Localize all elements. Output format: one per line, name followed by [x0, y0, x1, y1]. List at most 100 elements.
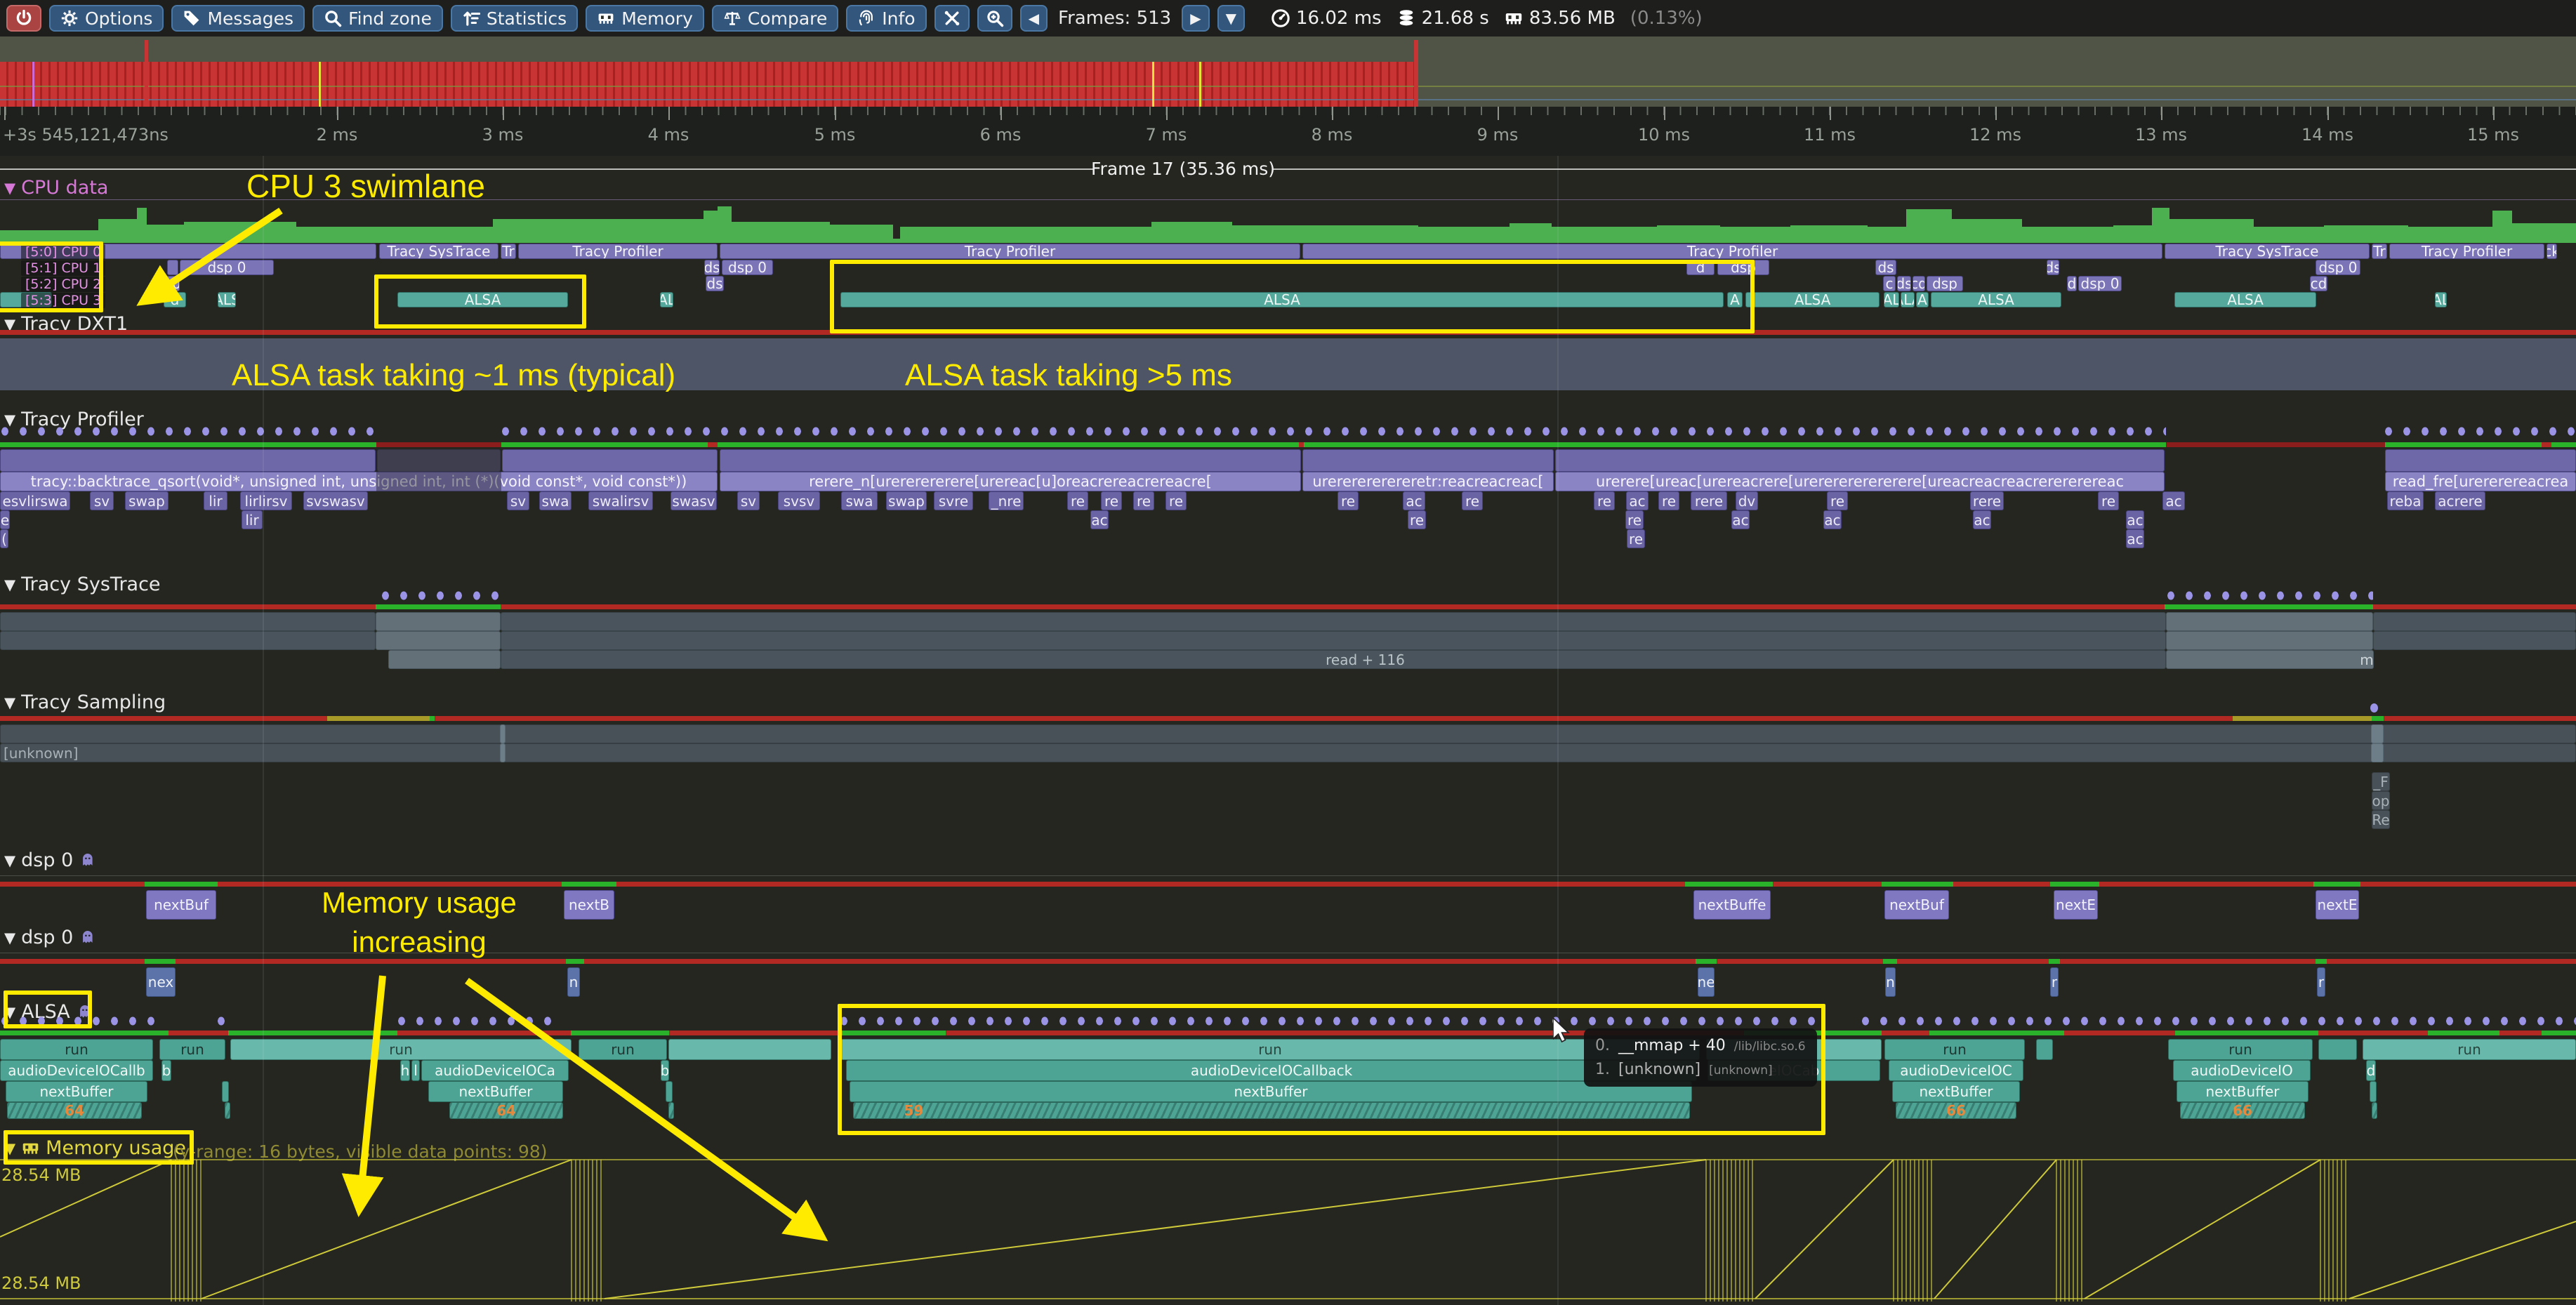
collapse-triangle-icon[interactable]: ▼ — [4, 411, 15, 428]
memory-button[interactable]: Memory — [586, 5, 704, 32]
zone[interactable]: n — [1885, 967, 1896, 997]
zone[interactable]: esvlirswa — [0, 491, 70, 510]
zone[interactable]: run — [2168, 1039, 2313, 1060]
zone[interactable]: swa — [539, 491, 572, 510]
zone[interactable] — [501, 631, 2166, 650]
zone[interactable]: ds — [706, 276, 724, 291]
zone[interactable] — [502, 449, 718, 472]
zone[interactable]: ds — [2047, 260, 2059, 275]
zone[interactable]: swasv — [671, 491, 717, 510]
zone[interactable]: Tracy Profiler — [2389, 244, 2544, 259]
zone[interactable]: ( — [0, 529, 8, 548]
zone[interactable]: dsp 0 — [2316, 260, 2360, 275]
zone[interactable]: nextBuffer — [428, 1081, 563, 1102]
compare-button[interactable]: Compare — [712, 5, 838, 32]
zone[interactable]: cd — [1913, 276, 1925, 291]
zone[interactable]: lirlirsv — [240, 491, 292, 510]
zone[interactable]: Tr — [501, 244, 516, 259]
zone[interactable]: ds — [704, 260, 720, 275]
zone[interactable] — [388, 650, 501, 669]
zone[interactable] — [1555, 449, 2165, 472]
zone[interactable]: swa — [841, 491, 878, 510]
zone[interactable]: rere — [1691, 491, 1727, 510]
zone[interactable] — [500, 743, 506, 762]
section-header-tracy-systrace[interactable]: ▼Tracy SysTrace — [4, 574, 161, 595]
zone[interactable]: audioDeviceIOCallb — [0, 1060, 153, 1081]
zone[interactable]: tracy::backtrace_qsort(void*, unsigned i… — [0, 472, 718, 491]
zone[interactable]: re — [1165, 491, 1187, 510]
zone[interactable] — [2370, 1081, 2377, 1102]
zone[interactable]: ac — [2126, 529, 2144, 548]
info-button[interactable]: Info — [846, 5, 926, 32]
zone[interactable]: n — [567, 967, 580, 997]
zone[interactable]: acrere — [2435, 491, 2485, 510]
zone[interactable]: run — [2363, 1039, 2576, 1060]
zone[interactable]: re — [1625, 510, 1644, 529]
zone[interactable]: dv — [1736, 491, 1758, 510]
zone[interactable]: re — [1067, 491, 1088, 510]
zone[interactable] — [2372, 1102, 2377, 1119]
zone[interactable]: urerere[ureac[urereacrere[urerererererer… — [1555, 472, 2165, 491]
zone[interactable]: op — [2372, 791, 2390, 810]
zone[interactable]: nextBuf — [146, 890, 216, 920]
zone[interactable]: urererererereretr:reacreacreac[ — [1302, 472, 1554, 491]
section-header-dsp0-a[interactable]: ▼dsp 0 — [4, 849, 98, 871]
zone[interactable]: ALSA — [2174, 292, 2316, 307]
zone[interactable]: swap — [886, 491, 927, 510]
zone[interactable]: sv — [507, 491, 529, 510]
frame-overview[interactable] — [0, 37, 2576, 107]
zone[interactable]: 64 — [7, 1102, 142, 1119]
zone[interactable]: sv — [90, 491, 114, 510]
zone[interactable] — [2373, 612, 2576, 631]
zone[interactable]: c — [1883, 276, 1896, 291]
zone[interactable] — [2036, 1039, 2053, 1060]
zone[interactable]: ALS — [218, 292, 236, 307]
zone[interactable] — [167, 260, 178, 275]
zone[interactable]: ac — [1731, 510, 1750, 529]
zone[interactable]: run — [0, 1039, 153, 1060]
collapse-triangle-icon[interactable]: ▼ — [4, 852, 15, 869]
zone[interactable]: ac — [2126, 510, 2144, 529]
tools-button[interactable] — [934, 5, 970, 32]
power-button[interactable] — [6, 5, 41, 32]
zone[interactable]: d — [2366, 1060, 2376, 1081]
zone[interactable]: ac — [1823, 510, 1842, 529]
zone[interactable]: re — [1133, 491, 1154, 510]
zone[interactable]: svre — [934, 491, 973, 510]
zone[interactable] — [2371, 724, 2384, 743]
next-frame-button[interactable]: ▶ — [1182, 5, 1209, 32]
zone[interactable]: re — [1462, 491, 1483, 510]
find-zone-button[interactable]: Find zone — [312, 5, 443, 32]
frame-dropdown-button[interactable]: ▼ — [1217, 5, 1245, 32]
zone[interactable]: dsp 0 — [2078, 276, 2122, 291]
zone[interactable]: ALSA — [1745, 292, 1880, 307]
zone[interactable]: 64 — [449, 1102, 563, 1119]
zone[interactable]: _nre — [989, 491, 1024, 510]
section-header-cpu-data[interactable]: ▼CPU data — [4, 177, 108, 199]
zone[interactable]: lir — [242, 510, 263, 529]
zone[interactable] — [376, 612, 501, 631]
zone[interactable]: b — [661, 1060, 669, 1081]
zone[interactable]: reba — [2387, 491, 2424, 510]
zone[interactable]: re — [1101, 491, 1122, 510]
options-button[interactable]: Options — [49, 5, 164, 32]
zone[interactable]: dsp 0 — [180, 260, 274, 275]
zone[interactable] — [0, 612, 376, 631]
zone[interactable] — [720, 449, 1301, 472]
section-header-tracy-sampling[interactable]: ▼Tracy Sampling — [4, 691, 166, 713]
searchplus-button[interactable] — [977, 5, 1012, 32]
zone[interactable]: re — [1827, 491, 1848, 510]
zone[interactable]: nextBuffer — [1892, 1081, 2020, 1102]
zone[interactable]: read_fre[urererereacrea — [2385, 472, 2576, 491]
zone[interactable]: [unknown] — [0, 743, 2576, 762]
zone[interactable]: ac — [1090, 510, 1109, 529]
zone[interactable]: Tracy Profiler — [720, 244, 1300, 259]
zone[interactable]: re — [1408, 510, 1426, 529]
zone[interactable]: nextE — [2054, 890, 2098, 920]
zone[interactable] — [0, 449, 376, 472]
zone[interactable] — [2385, 449, 2576, 472]
timeline-ruler[interactable]: +3s 545,121,473ns2 ms3 ms4 ms5 ms6 ms7 m… — [0, 107, 2576, 156]
zone[interactable]: nex — [146, 967, 176, 997]
zone[interactable]: Tracy SysTrace — [379, 244, 498, 259]
zone[interactable] — [668, 1039, 831, 1060]
